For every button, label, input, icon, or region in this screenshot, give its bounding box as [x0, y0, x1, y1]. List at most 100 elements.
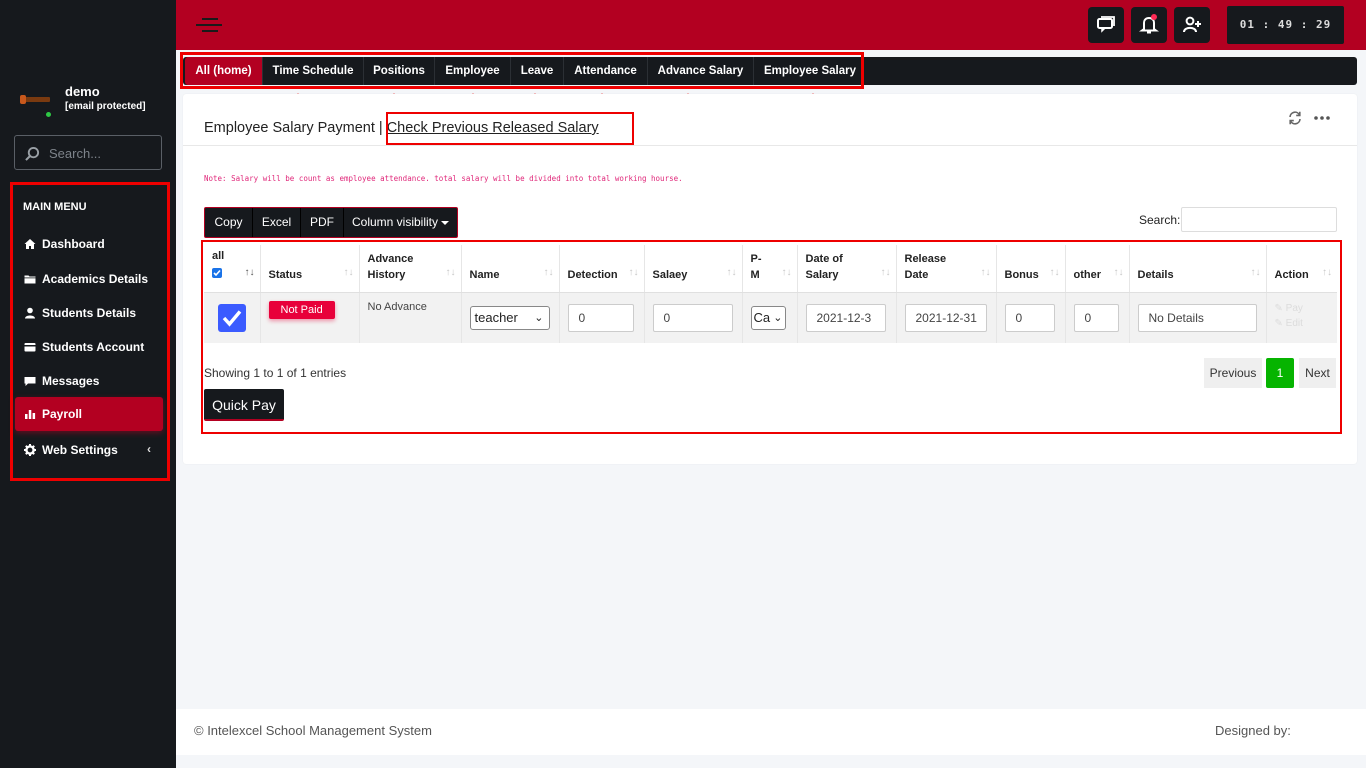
page-title-text: Employee Salary Payment [204, 120, 375, 136]
other-input[interactable]: 0 [1073, 303, 1119, 332]
payment-method-select[interactable]: Ca ⌄ [750, 305, 786, 330]
messages-button[interactable] [1088, 7, 1124, 43]
col-header-label: Details [1137, 268, 1174, 281]
col-header-status[interactable]: Status ↑↓ [260, 245, 360, 293]
main-menu-header: MAIN MENU [23, 201, 87, 213]
col-header-details[interactable]: Details ↑↓ [1129, 245, 1267, 293]
col-header-label: Bonus [1004, 268, 1039, 281]
col-header-label: Name [469, 268, 500, 281]
tabs-annotation-box [180, 52, 864, 89]
sort-icon: ↑↓ [880, 266, 891, 278]
edit-link[interactable]: ✎ Edit [1275, 316, 1330, 331]
next-page-button[interactable]: Next [1299, 358, 1336, 388]
status-cell: Not Paid [260, 292, 360, 343]
sidebar-item-label: Students Details [42, 306, 137, 320]
footer: © Intelexcel School Management System De… [176, 709, 1366, 755]
sidebar-search-input[interactable] [49, 142, 157, 164]
col-header-salary[interactable]: Salaey ↑↓ [644, 245, 743, 293]
search-icon [25, 146, 40, 161]
refresh-icon[interactable] [1287, 110, 1303, 126]
sort-icon: ↑↓ [1113, 266, 1124, 278]
sidebar-item-academics[interactable]: Academics Details [15, 262, 163, 296]
col-header-label: P-M [750, 252, 762, 281]
chat-icon [1097, 16, 1115, 33]
col-header-label: Status [268, 268, 303, 281]
sidebar-item-students-details[interactable]: Students Details [15, 296, 163, 330]
sidebar-item-dashboard[interactable]: Dashboard [15, 227, 163, 261]
bonus-input[interactable]: 0 [1004, 303, 1055, 332]
col-header-label: Advance History [367, 252, 414, 281]
col-header-release-date[interactable]: Release Date ↑↓ [896, 245, 997, 293]
excel-button[interactable]: Excel [253, 208, 301, 237]
payment-method-value: Ca [753, 309, 771, 325]
col-header-other[interactable]: other ↑↓ [1065, 245, 1130, 293]
chevron-down-icon: ⌄ [773, 311, 783, 324]
quick-pay-button[interactable]: Quick Pay [204, 389, 284, 421]
table-row: Not Paid No Advance teacher ⌄ 0 0 Ca ⌄ 202… [204, 292, 1337, 343]
col-header-all[interactable]: all ↑↓ [204, 245, 261, 293]
pdf-button[interactable]: PDF [301, 208, 344, 237]
menu-toggle-icon[interactable] [196, 16, 222, 34]
date-of-salary-input[interactable]: 2021-12-3 [805, 303, 886, 332]
sidebar-item-payroll[interactable]: Payroll [15, 397, 163, 431]
col-header-label: Action [1274, 268, 1309, 281]
user-name: demo [65, 84, 100, 99]
detection-input[interactable]: 0 [567, 303, 634, 332]
sort-icon: ↑↓ [343, 266, 354, 278]
sidebar-item-students-account[interactable]: Students Account [15, 330, 163, 364]
copy-button[interactable]: Copy [205, 208, 253, 237]
notifications-button[interactable] [1131, 7, 1167, 43]
sidebar-item-label: Payroll [42, 407, 83, 421]
home-icon [24, 239, 36, 249]
sidebar-search[interactable] [14, 135, 162, 170]
card-divider [183, 145, 1357, 146]
col-header-date-of-salary[interactable]: Date of Salary ↑↓ [797, 245, 897, 293]
edit-link-label: Edit [1285, 317, 1303, 329]
sidebar-item-web-settings[interactable]: Web Settings ‹ [15, 433, 163, 467]
col-header-action[interactable]: Action ↑↓ [1266, 245, 1337, 293]
sort-icon: ↑↓ [1049, 266, 1060, 278]
school-logo [20, 93, 52, 107]
chevron-down-icon: ⌄ [534, 311, 544, 324]
sort-icon: ↑↓ [543, 266, 554, 278]
col-header-name[interactable]: Name ↑↓ [461, 245, 560, 293]
employee-name-select[interactable]: teacher ⌄ [469, 305, 550, 330]
card-tools [1287, 110, 1335, 126]
user-plus-icon [1183, 16, 1201, 33]
col-header-pm[interactable]: P-M ↑↓ [742, 245, 798, 293]
col-header-advance-history[interactable]: Advance History ↑↓ [359, 245, 462, 293]
select-all-checkbox[interactable] [212, 267, 222, 278]
sidebar-item-messages[interactable]: Messages [15, 364, 163, 398]
footer-copyright: © Intelexcel School Management System [194, 723, 432, 738]
row-checkbox[interactable] [218, 303, 246, 332]
col-header-bonus[interactable]: Bonus ↑↓ [996, 245, 1066, 293]
gear-icon [24, 444, 36, 456]
column-visibility-button[interactable]: Column visibility [344, 208, 457, 237]
detection-cell: 0 [559, 292, 645, 343]
table-header-row: all ↑↓ Status ↑↓ Advance History ↑↓ Name ↑↓… [204, 245, 1337, 293]
sidebar-item-label: Web Settings [42, 443, 118, 457]
table-search-input[interactable] [1181, 207, 1337, 232]
row-select-cell [204, 292, 261, 343]
add-user-button[interactable] [1174, 7, 1210, 43]
salary-input[interactable]: 0 [652, 303, 733, 332]
salary-table: all ↑↓ Status ↑↓ Advance History ↑↓ Name ↑↓… [204, 245, 1337, 343]
clock-display: 01 : 49 : 29 [1227, 6, 1344, 44]
sort-icon: ↑↓ [628, 266, 639, 278]
pay-link-label: Pay [1285, 302, 1303, 314]
pay-link[interactable]: ✎ Pay [1275, 301, 1330, 316]
page-1-button[interactable]: 1 [1266, 358, 1294, 388]
release-date-input[interactable]: 2021-12-31 [904, 303, 987, 332]
col-header-detection[interactable]: Detection ↑↓ [559, 245, 645, 293]
date-of-salary-cell: 2021-12-3 [797, 292, 897, 343]
details-input[interactable]: No Details [1137, 303, 1257, 332]
column-visibility-label: Column visibility [351, 215, 439, 229]
sort-icon: ↑↓ [980, 266, 991, 278]
previous-page-button[interactable]: Previous [1204, 358, 1262, 388]
entries-info: Showing 1 to 1 of 1 entries [204, 366, 347, 380]
status-badge: Not Paid [268, 300, 335, 319]
more-options-icon[interactable] [1313, 110, 1331, 126]
sort-icon: ↑↓ [1250, 266, 1261, 278]
user-panel[interactable]: demo [email protected] [20, 84, 170, 120]
col-header-label: Detection [567, 268, 618, 281]
